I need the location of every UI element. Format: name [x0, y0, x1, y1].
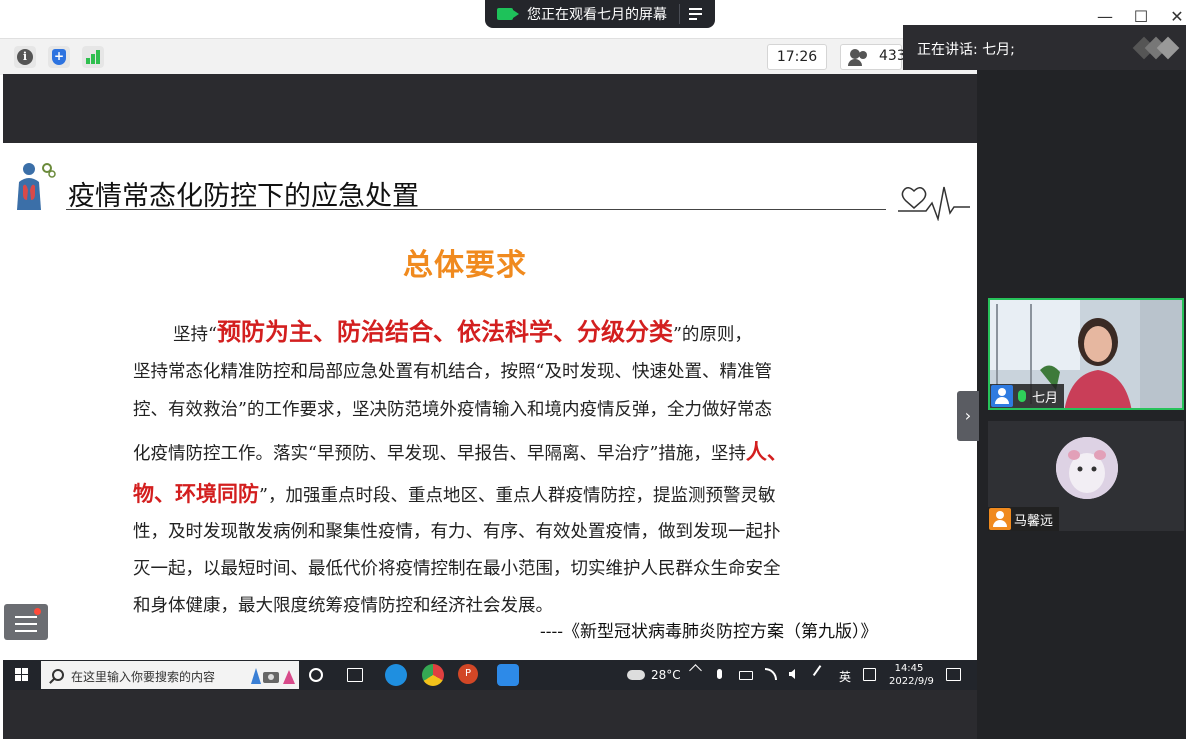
menu-icon[interactable]	[689, 8, 702, 23]
emphasis-principle: 预防为主、防治结合、依法科学、分级分类	[216, 318, 673, 346]
paragraph-line-2: 坚持常态化精准防控和局部应急处置有机结合，按照“及时发现、快速处置、精准管	[133, 362, 772, 382]
participants-button[interactable]: 433	[840, 44, 906, 70]
active-speaker-label: 正在讲话: 七月;	[917, 42, 1015, 58]
windows-start-icon[interactable]	[15, 668, 28, 681]
search-highlight-icon	[251, 668, 295, 684]
taskbar-search-placeholder: 在这里输入你要搜索的内容	[71, 670, 216, 684]
chrome-browser-icon[interactable]	[422, 664, 444, 686]
shared-taskbar: 在这里输入你要搜索的内容 P 28°C 英 14:45 2022/9/9	[3, 660, 977, 690]
taskbar-time: 14:45	[894, 663, 924, 674]
participant-name: 马馨远	[1014, 513, 1054, 529]
microphone-tray-icon[interactable]	[717, 669, 722, 679]
powerpoint-icon[interactable]: P	[458, 664, 478, 684]
task-view-icon[interactable]	[347, 668, 363, 682]
paragraph-line-8: 和身体健康，最大限度统筹疫情防控和经济社会发展。	[133, 596, 553, 616]
anatomy-person-icon	[17, 163, 56, 210]
participant-avatar	[1056, 437, 1118, 499]
video-camera-icon	[497, 8, 519, 20]
keyboard-grid-icon[interactable]	[863, 668, 876, 681]
participant-name-tag: 马馨远	[988, 507, 1060, 531]
share-banner-text: 您正在观看七月的屏幕	[527, 7, 667, 23]
app-logo-icon	[1132, 36, 1180, 60]
minimize-button[interactable]: —	[1096, 8, 1114, 26]
microphone-active-icon	[1018, 390, 1026, 402]
meeting-clock: 17:26	[767, 44, 827, 70]
participant-name-tag: 七月	[990, 384, 1065, 408]
taskbar-date: 2022/9/9	[889, 676, 934, 687]
paragraph-line-5: 物、环境同防”，加强重点时段、重点地区、重点人群疫情防控，提监测预警灵敏	[133, 482, 776, 506]
paragraph-line-3: 控、有效救治”的工作要求，坚决防范境外疫情输入和境内疫情反弹，全力做好常态	[133, 400, 772, 420]
slide-outline-button[interactable]	[4, 604, 48, 640]
source-citation: ----《新型冠状病毒肺炎防控方案（第九版）》	[540, 622, 878, 642]
maximize-button[interactable]: ☐	[1132, 8, 1150, 26]
notification-center-icon[interactable]	[946, 668, 961, 681]
security-shield-icon[interactable]: +	[48, 46, 70, 68]
emphasis-people: 人、	[745, 440, 788, 464]
battery-icon[interactable]	[739, 671, 753, 680]
section-heading: 总体要求	[403, 248, 527, 283]
taskbar-clock[interactable]: 14:45 2022/9/9	[889, 662, 934, 688]
paragraph-line-1: 坚持“预防为主、防治结合、依法科学、分级分类”的原则，	[173, 318, 752, 346]
paragraph-line-6: 性，及时发现散发病例和聚集性疫情，有力、有序、有效处置疫情，做到发现一起扑	[133, 522, 781, 542]
taskbar-search[interactable]: 在这里输入你要搜索的内容	[41, 661, 299, 689]
edge-browser-icon[interactable]	[385, 664, 407, 686]
cartoon-avatar-image	[1056, 437, 1118, 499]
network-signal-icon[interactable]	[82, 46, 104, 68]
input-language[interactable]: 英	[839, 668, 851, 685]
info-icon[interactable]: i	[14, 46, 36, 68]
volume-icon[interactable]	[789, 669, 795, 679]
wifi-icon[interactable]	[765, 668, 777, 680]
active-speaker-bar: 正在讲话: 七月;	[903, 25, 1186, 70]
slide-title: 疫情常态化防控下的应急处置	[68, 181, 419, 212]
tray-overflow-chevron-icon[interactable]	[689, 664, 702, 677]
cortana-icon[interactable]	[309, 668, 323, 682]
pen-icon[interactable]	[812, 665, 832, 683]
participant-name: 七月	[1032, 390, 1059, 406]
participant-count: 433	[879, 48, 906, 64]
title-divider	[66, 209, 886, 210]
weather-temperature[interactable]: 28°C	[651, 668, 681, 682]
emphasis-environment: 物、环境同防	[133, 482, 259, 506]
search-icon	[52, 669, 64, 681]
user-avatar-icon	[989, 508, 1011, 530]
notification-dot	[34, 608, 41, 615]
screen-share-banner[interactable]: 您正在观看七月的屏幕	[485, 0, 715, 28]
collapse-panel-chevron-icon[interactable]: ›	[957, 391, 979, 441]
paragraph-line-7: 灭一起，以最短时间、最低代价将疫情控制在最小范围，切实维护人民群众生命安全	[133, 559, 781, 579]
user-avatar-icon	[991, 385, 1013, 407]
close-button[interactable]: ✕	[1168, 8, 1186, 26]
banner-divider	[679, 4, 680, 24]
weather-cloud-icon	[627, 670, 645, 680]
participant-video-tile[interactable]: 马馨远	[988, 421, 1184, 531]
heartbeat-icon	[898, 186, 970, 221]
meeting-app-icon[interactable]	[497, 664, 519, 686]
participant-video-tile[interactable]: 七月	[988, 298, 1184, 410]
paragraph-line-4: 化疫情防控工作。落实“早预防、早发现、早报告、早隔离、早治疗”措施，坚持人、	[133, 440, 788, 464]
